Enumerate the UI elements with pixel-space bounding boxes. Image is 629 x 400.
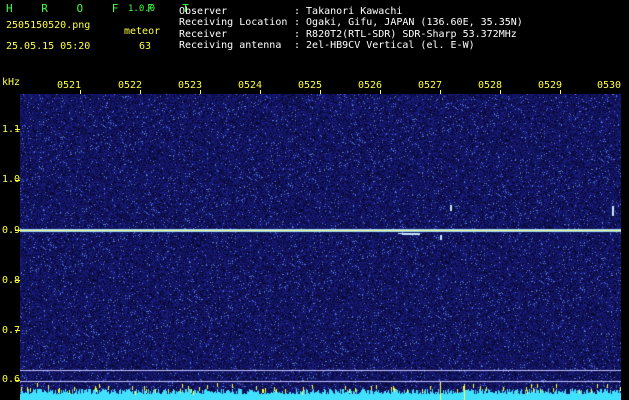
frequency-axis: kHz 1.1 1.0 0.9 0.8 0.7 0.6 xyxy=(0,76,20,400)
time-tick-label: 0527 xyxy=(418,80,443,91)
time-tick-label: 0529 xyxy=(538,80,563,91)
location-label: Receiving Location xyxy=(179,17,288,28)
meteor-label: meteor xyxy=(124,26,161,37)
time-tick-label: 0521 xyxy=(57,80,82,91)
observer-value: : Takanori Kawachi xyxy=(294,6,403,17)
meteor-count: 63 xyxy=(139,41,152,52)
frequency-unit-label: kHz xyxy=(2,77,21,88)
antenna-label: Receiving antenna xyxy=(179,40,282,51)
time-tick-label: 0530 xyxy=(597,80,622,91)
time-tick-label: 0523 xyxy=(178,80,203,91)
time-tick-label: 0525 xyxy=(298,80,323,91)
receiver-value: : R820T2(RTL-SDR) SDR-Sharp 53.372MHz xyxy=(294,29,517,40)
spectrogram-display xyxy=(20,94,621,400)
filename-label: 2505150520.png xyxy=(6,20,91,31)
time-tick-label: 0524 xyxy=(238,80,263,91)
observer-label: Observer xyxy=(179,6,228,17)
app-version: 1.0.0 xyxy=(128,4,156,14)
time-tick-label: 0528 xyxy=(478,80,503,91)
right-border xyxy=(621,76,629,400)
time-tick-label: 0526 xyxy=(358,80,383,91)
antenna-value: : 2el-HB9CV Vertical (el. E-W) xyxy=(294,40,475,51)
app-brand: H R O F F T xyxy=(6,2,200,15)
receiver-label: Receiver xyxy=(179,29,228,40)
header-panel: H R O F F T 1.0.0 2505150520.png meteor … xyxy=(0,0,629,76)
location-value: : Ogaki, Gifu, JAPAN (136.60E, 35.35N) xyxy=(294,17,523,28)
datetime-label: 25.05.15 05:20 xyxy=(6,41,91,52)
time-tick-label: 0522 xyxy=(118,80,143,91)
time-axis: 0521 0522 0523 0524 0525 0526 0527 0528 … xyxy=(0,76,629,94)
